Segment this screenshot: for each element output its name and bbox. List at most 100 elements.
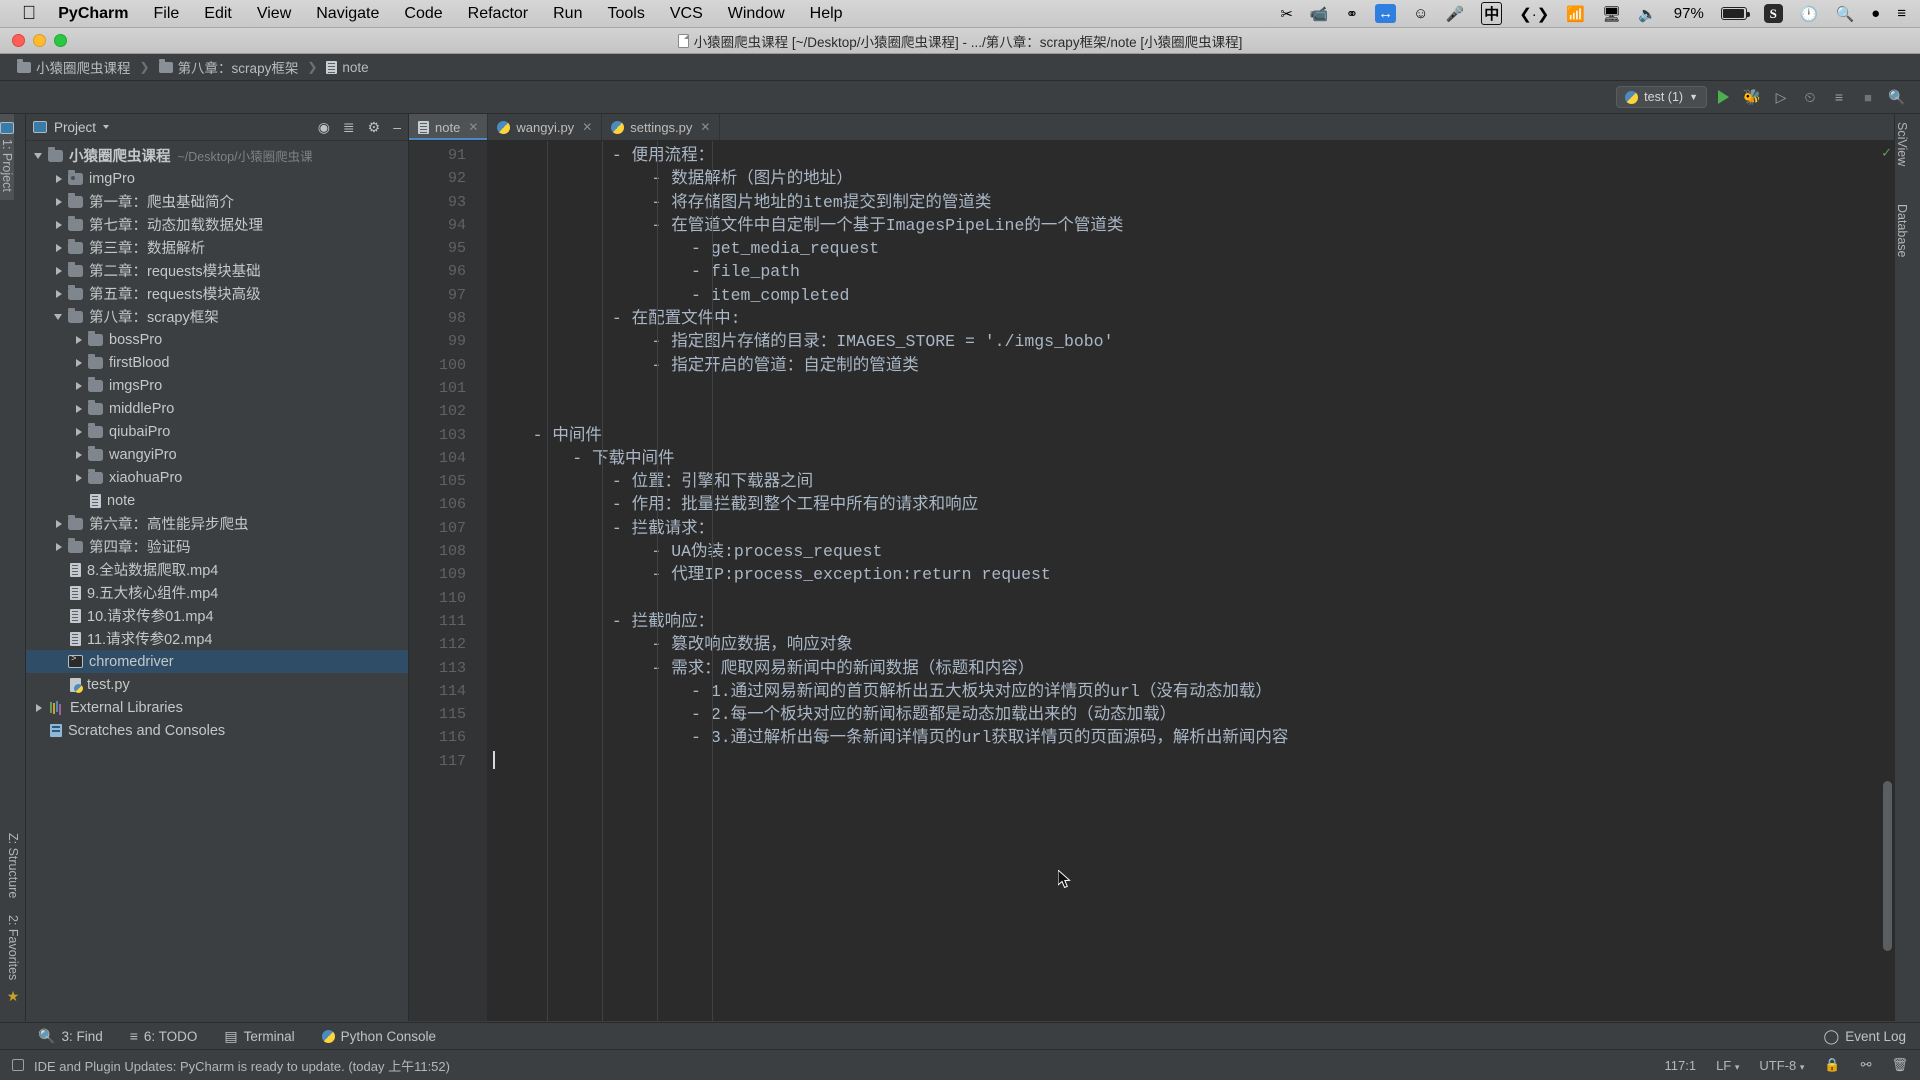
code-line[interactable]: - file_path bbox=[487, 260, 1880, 283]
menu-refactor[interactable]: Refactor bbox=[468, 5, 528, 23]
code-line[interactable]: - 下载中间件 bbox=[487, 447, 1880, 470]
tree-toggle-down-icon[interactable] bbox=[34, 150, 45, 161]
tree-row[interactable]: 8.全站数据爬取.mp4 bbox=[26, 558, 408, 581]
menu-window[interactable]: Window bbox=[728, 5, 785, 23]
settings-gear-icon[interactable]: ⚙ bbox=[368, 119, 381, 136]
menu-navigate[interactable]: Navigate bbox=[316, 5, 379, 23]
sidebar-item-favorites-tab[interactable]: 2: Favorites bbox=[6, 907, 20, 988]
search-everywhere-button[interactable]: 🔍 bbox=[1884, 85, 1910, 109]
hide-icon[interactable]: – bbox=[393, 119, 401, 135]
tree-row[interactable]: test.py bbox=[26, 673, 408, 696]
caret-position[interactable]: 117:1 bbox=[1664, 1058, 1696, 1073]
code-line[interactable]: - UA伪装:process_request bbox=[487, 540, 1880, 563]
code-line[interactable] bbox=[487, 587, 1880, 610]
tree-toggle-right-icon[interactable] bbox=[54, 518, 65, 529]
emoji-icon[interactable]: ☺ bbox=[1413, 5, 1428, 22]
sidebar-item-database-tab[interactable]: Database bbox=[1895, 196, 1909, 266]
sidebar-item-structure-tab[interactable]: Z: Structure bbox=[6, 825, 20, 906]
code-line[interactable]: - 将存储图片地址的item提交到制定的管道类 bbox=[487, 191, 1880, 214]
code-line[interactable]: - 在管道文件中自定制一个基于ImagesPipeLine的一个管道类 bbox=[487, 214, 1880, 237]
tab-note[interactable]: note ✕ bbox=[409, 114, 489, 140]
time-machine-icon[interactable]: 🕛 bbox=[1800, 5, 1819, 23]
editor-viewport[interactable]: 91 92 93 94 95 96 97 98 99 100 101 102 103 104 105 106 1… bbox=[409, 141, 1894, 1021]
menu-app-name[interactable]: PyCharm bbox=[58, 5, 128, 23]
tree-toggle-right-icon[interactable] bbox=[74, 472, 85, 483]
menu-help[interactable]: Help bbox=[810, 5, 843, 23]
code-line[interactable]: - 篡改响应数据，响应对象 bbox=[487, 633, 1880, 656]
tree-toggle-right-icon[interactable] bbox=[74, 449, 85, 460]
code-content[interactable]: - 便用流程： - 数据解析（图片的地址） - 将存储图片地址的item提交到制… bbox=[487, 141, 1880, 1021]
tree-row[interactable]: 第七章：动态加载数据处理 bbox=[26, 213, 408, 236]
tree-toggle-right-icon[interactable] bbox=[74, 357, 85, 368]
code-folding-column[interactable] bbox=[475, 141, 487, 1021]
wifi-icon[interactable]: 📶 bbox=[1566, 5, 1585, 23]
snipaste-icon[interactable]: S bbox=[1763, 4, 1783, 23]
event-log-button[interactable]: ◯ Event Log bbox=[1824, 1028, 1920, 1045]
code-line[interactable]: - get_media_request bbox=[487, 237, 1880, 260]
tree-row[interactable]: 10.请求传参01.mp4 bbox=[26, 604, 408, 627]
run-button[interactable] bbox=[1710, 85, 1736, 109]
tree-row[interactable]: middlePro bbox=[26, 397, 408, 420]
code-line[interactable] bbox=[487, 750, 1880, 773]
debug-button[interactable]: 🐝 bbox=[1739, 85, 1765, 109]
code-line[interactable]: - 指定图片存储的目录：IMAGES_STORE = './imgs_bobo' bbox=[487, 330, 1880, 353]
tree-toggle-right-icon[interactable] bbox=[54, 288, 65, 299]
menu-code[interactable]: Code bbox=[404, 5, 442, 23]
tree-row[interactable]: firstBlood bbox=[26, 351, 408, 374]
siri-icon[interactable]: ● bbox=[1871, 5, 1880, 22]
tree-row[interactable]: 第三章：数据解析 bbox=[26, 236, 408, 259]
code-line[interactable]: - 拦截响应： bbox=[487, 610, 1880, 633]
code-line[interactable]: - 代理IP:process_exception:return request bbox=[487, 563, 1880, 586]
tree-toggle-right-icon[interactable] bbox=[74, 426, 85, 437]
code-line[interactable]: - 1.通过网易新闻的首页解析出五大板块对应的详情页的url（没有动态加载） bbox=[487, 680, 1880, 703]
editor-scrollbar-thumb[interactable] bbox=[1883, 781, 1892, 951]
collapse-all-icon[interactable]: ≣ bbox=[343, 119, 355, 136]
code-line[interactable] bbox=[487, 400, 1880, 423]
code-brackets-icon[interactable]: ❮·❯ bbox=[1519, 5, 1549, 23]
breadcrumb-item-file[interactable]: note bbox=[321, 60, 373, 75]
search-icon[interactable]: 🔍 bbox=[1835, 5, 1854, 23]
status-message[interactable]: IDE and Plugin Updates: PyCharm is ready… bbox=[34, 1056, 450, 1075]
tree-row[interactable]: 第八章：scrapy框架 bbox=[26, 305, 408, 328]
menu-edit[interactable]: Edit bbox=[204, 5, 232, 23]
encoding[interactable]: UTF-8 ▾ bbox=[1759, 1058, 1804, 1073]
tree-row[interactable]: External Libraries bbox=[26, 696, 408, 719]
stop-button[interactable]: ■ bbox=[1855, 85, 1881, 109]
tree-row[interactable]: Scratches and Consoles bbox=[26, 719, 408, 742]
run-configuration-selector[interactable]: test (1) ▼ bbox=[1616, 86, 1707, 108]
menu-vcs[interactable]: VCS bbox=[670, 5, 703, 23]
tree-toggle-right-icon[interactable] bbox=[74, 380, 85, 391]
tree-row[interactable]: xiaohuaPro bbox=[26, 466, 408, 489]
menu-run[interactable]: Run bbox=[553, 5, 582, 23]
code-line[interactable]: - 拦截请求： bbox=[487, 517, 1880, 540]
tree-row[interactable]: note bbox=[26, 489, 408, 512]
volume-icon[interactable]: 🔈 bbox=[1638, 5, 1657, 23]
sidebar-item-sciview-tab[interactable]: SciView bbox=[1895, 114, 1909, 174]
code-line[interactable] bbox=[487, 377, 1880, 400]
tree-toggle-right-icon[interactable] bbox=[74, 334, 85, 345]
bottom-item-terminal[interactable]: ▤ Terminal bbox=[224, 1028, 294, 1045]
menu-view[interactable]: View bbox=[257, 5, 291, 23]
close-icon[interactable]: ✕ bbox=[468, 120, 478, 134]
bottom-item-todo[interactable]: ≡ 6: TODO bbox=[130, 1028, 198, 1044]
tree-toggle-right-icon[interactable] bbox=[54, 196, 65, 207]
teamviewer-icon[interactable]: ↔ bbox=[1375, 4, 1397, 23]
bottom-item-python-console[interactable]: Python Console bbox=[321, 1029, 436, 1044]
tree-toggle-right-icon[interactable] bbox=[54, 541, 65, 552]
tree-row[interactable]: chromedriver bbox=[26, 650, 408, 673]
code-line[interactable]: - 2.每一个板块对应的新闻标题都是动态加载出来的（动态加载） bbox=[487, 703, 1880, 726]
tree-row[interactable]: 第五章：requests模块高级 bbox=[26, 282, 408, 305]
target-icon[interactable]: ◉ bbox=[318, 119, 330, 136]
airplay-icon[interactable]: 🖥 bbox=[1602, 5, 1621, 23]
tree-row[interactable]: 第四章：验证码 bbox=[26, 535, 408, 558]
scissors-icon[interactable]: ✂ bbox=[1280, 5, 1293, 23]
code-line[interactable]: - 需求：爬取网易新闻中的新闻数据（标题和内容） bbox=[487, 657, 1880, 680]
error-stripe-marker-bar[interactable]: ✓ bbox=[1880, 141, 1894, 1021]
input-source-chinese-icon[interactable]: 中 bbox=[1481, 2, 1503, 25]
battery-icon[interactable] bbox=[1720, 7, 1750, 20]
git-branch-icon[interactable]: ⚯ bbox=[1861, 1057, 1872, 1073]
tree-toggle-right-icon[interactable] bbox=[54, 265, 65, 276]
chevron-down-icon[interactable] bbox=[103, 125, 110, 129]
code-line[interactable]: - 3.通过解析出每一条新闻详情页的url获取详情页的页面源码，解析出新闻内容 bbox=[487, 726, 1880, 749]
code-line[interactable]: - 作用：批量拦截到整个工程中所有的请求和响应 bbox=[487, 493, 1880, 516]
